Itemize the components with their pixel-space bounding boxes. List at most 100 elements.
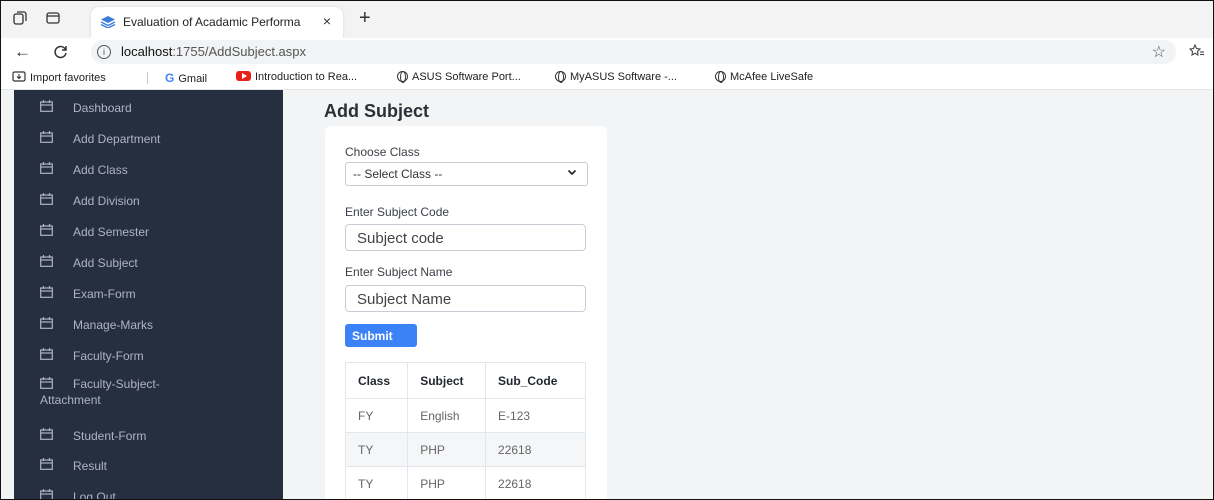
gmail-icon: G <box>165 71 175 85</box>
globe-icon <box>715 71 726 83</box>
info-icon[interactable]: i <box>97 45 111 59</box>
calendar-icon <box>40 348 53 360</box>
back-arrow-icon[interactable]: ← <box>14 42 31 62</box>
favorites-icon[interactable] <box>1188 43 1205 61</box>
subject-code-label: Enter Subject Code <box>345 205 450 219</box>
close-tab-icon[interactable]: × <box>323 13 331 29</box>
bookmark-mcafee-livesafe[interactable]: McAfee LiveSafe <box>715 71 813 83</box>
subject-code-input[interactable]: Subject code <box>345 224 586 251</box>
chevron-down-icon <box>567 169 577 176</box>
calendar-icon <box>40 255 53 267</box>
sidebar-item-label: Faculty-Subject-Attachment <box>40 377 160 407</box>
bookmark-label: McAfee LiveSafe <box>730 71 814 83</box>
page-content: Dashboard Add Department Add Class Add D… <box>1 90 1213 500</box>
sidebar-item-add-subject[interactable]: Add Subject <box>14 249 283 277</box>
sidebar-item-faculty-form[interactable]: Faculty-Form <box>14 342 283 370</box>
bookmark-label: MyASUS Software -... <box>570 71 677 83</box>
sidebar-item-label: Add Class <box>73 163 128 177</box>
sidebar-item-add-class[interactable]: Add Class <box>14 156 283 184</box>
calendar-icon <box>40 131 53 143</box>
sidebar: Dashboard Add Department Add Class Add D… <box>14 90 283 500</box>
sidebar-item-label: Add Semester <box>73 225 150 239</box>
calendar-icon <box>40 100 53 112</box>
subject-name-label: Enter Subject Name <box>345 265 453 279</box>
calendar-icon <box>40 458 53 470</box>
table-row: FY English E-123 <box>344 398 586 433</box>
calendar-icon <box>40 193 53 205</box>
table-cell: TY <box>344 466 409 499</box>
bookmark-label: Import favorites <box>30 72 106 84</box>
youtube-icon <box>236 71 251 81</box>
sidebar-item-faculty-subject-attachment[interactable]: Faculty-Subject-Attachment <box>14 371 283 411</box>
bookmark-label: Gmail <box>178 73 208 85</box>
bookmark-asus-software-portal[interactable]: ASUS Software Port... <box>397 71 521 83</box>
bookmark-import-favorites[interactable]: Import favorites <box>12 71 106 84</box>
sidebar-item-label: Manage-Marks <box>73 318 154 332</box>
page-title: Add Subject <box>324 101 430 121</box>
main-content: Add Subject Choose Class -- Select Class… <box>291 90 1213 499</box>
table-row: TY PHP 22618 <box>344 432 586 467</box>
url-path: :1755/AddSubject.aspx <box>172 44 307 59</box>
sidebar-item-label: Faculty-Form <box>73 349 144 363</box>
calendar-icon <box>40 286 53 298</box>
workspaces-icon[interactable] <box>13 11 27 25</box>
column-header: Class <box>344 362 409 399</box>
submit-button[interactable]: Submit <box>345 324 417 347</box>
sidebar-item-label: Student-Form <box>73 429 147 443</box>
bookmark-introduction[interactable]: Introduction to Rea... <box>236 71 357 83</box>
address-bar[interactable]: i localhost:1755/AddSubject.aspx ☆ <box>91 40 1176 64</box>
sidebar-item-label: Log Out <box>73 490 116 500</box>
globe-icon <box>555 71 566 83</box>
tab-title: Evaluation of Acadamic Performa <box>123 15 301 29</box>
bookmark-label: ASUS Software Port... <box>412 71 521 83</box>
tab-bar: Evaluation of Acadamic Performa × + <box>1 1 1213 38</box>
table-cell: PHP <box>407 432 487 467</box>
class-select-value: -- Select Class -- <box>353 167 443 181</box>
sidebar-item-exam-form[interactable]: Exam-Form <box>14 280 283 308</box>
class-select[interactable]: -- Select Class -- <box>345 162 588 186</box>
import-icon <box>12 71 26 82</box>
sidebar-item-label: Dashboard <box>73 101 132 115</box>
sidebar-item-dashboard[interactable]: Dashboard <box>14 94 283 122</box>
sidebar-item-add-semester[interactable]: Add Semester <box>14 218 283 246</box>
browser-window: Evaluation of Acadamic Performa × + ← i … <box>0 0 1214 500</box>
bookmark-gmail[interactable]: G Gmail <box>165 71 207 85</box>
sidebar-item-label: Result <box>73 459 108 473</box>
tab-actions-icon[interactable] <box>46 11 60 25</box>
sidebar-item-manage-marks[interactable]: Manage-Marks <box>14 311 283 339</box>
column-header: Subject <box>407 362 487 399</box>
bookmarks-bar: Import favorites G Gmail Introduction to … <box>1 67 1213 90</box>
bookmark-myasus-software[interactable]: MyASUS Software -... <box>555 71 677 83</box>
table-cell: FY <box>344 398 409 433</box>
sidebar-item-add-department[interactable]: Add Department <box>14 125 283 153</box>
calendar-icon <box>40 162 53 174</box>
sidebar-item-student-form[interactable]: Student-Form <box>14 422 283 450</box>
bookmark-divider <box>147 72 148 84</box>
layers-icon <box>101 16 115 28</box>
sidebar-item-log-out[interactable]: Log Out <box>14 483 283 500</box>
sidebar-item-label: Exam-Form <box>73 287 136 301</box>
sidebar-item-result[interactable]: Result <box>14 452 283 480</box>
calendar-icon <box>40 224 53 236</box>
sidebar-item-label: Add Subject <box>73 256 138 270</box>
submit-label: Submit <box>352 329 393 343</box>
table-cell: 22618 <box>485 432 586 467</box>
new-tab-button[interactable]: + <box>359 8 371 28</box>
calendar-icon <box>40 428 53 440</box>
sidebar-item-label: Add Department <box>73 132 161 146</box>
subjects-table: Class Subject Sub_Code FY English E-123 … <box>344 362 586 499</box>
add-subject-card: Choose Class -- Select Class -- Enter Su… <box>325 126 607 499</box>
table-cell: English <box>407 398 487 433</box>
choose-class-label: Choose Class <box>345 145 420 159</box>
subject-name-input[interactable]: Subject Name <box>345 285 586 312</box>
url-host: localhost <box>121 44 173 59</box>
sidebar-item-add-division[interactable]: Add Division <box>14 187 283 215</box>
tab-active[interactable]: Evaluation of Acadamic Performa × <box>91 7 343 38</box>
refresh-icon[interactable] <box>53 42 68 64</box>
star-icon[interactable]: ☆ <box>1152 42 1166 62</box>
address-toolbar: ← i localhost:1755/AddSubject.aspx ☆ <box>1 38 1213 67</box>
calendar-icon <box>40 489 53 499</box>
table-cell: PHP <box>407 466 487 499</box>
url-text: localhost:1755/AddSubject.aspx <box>121 44 306 59</box>
bookmark-label: Introduction to Rea... <box>255 71 358 83</box>
